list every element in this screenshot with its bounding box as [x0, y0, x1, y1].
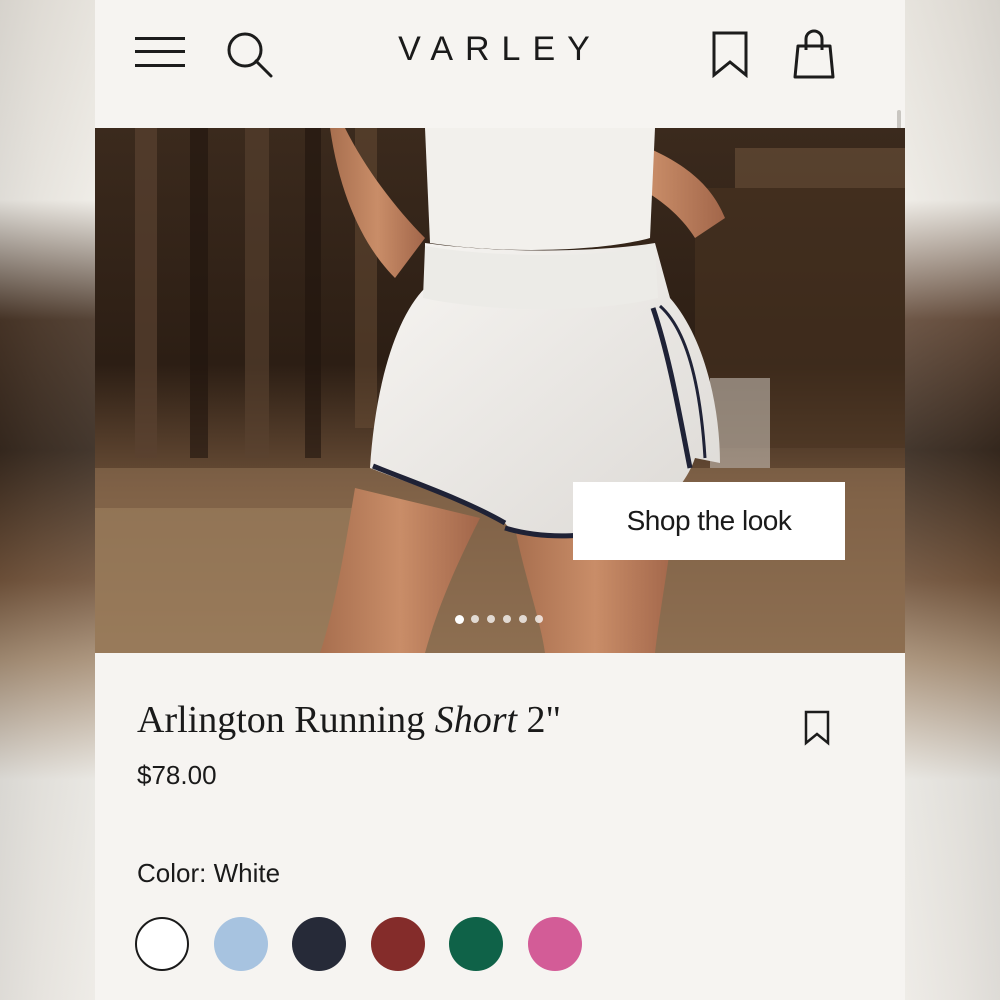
brand-logo[interactable]: VARLEY [350, 30, 650, 69]
carousel-dot[interactable] [455, 614, 464, 624]
carousel-dot[interactable] [535, 615, 543, 623]
carousel-dot[interactable] [487, 615, 495, 623]
carousel-dot[interactable] [519, 615, 527, 623]
color-label: Color: White [137, 858, 281, 888]
carousel-dot[interactable] [471, 615, 479, 623]
bookmark-icon[interactable] [710, 30, 750, 79]
shop-the-look-button[interactable]: Shop the look [573, 482, 845, 560]
product-price: $78.00 [137, 760, 217, 790]
product-title-italic: Short [434, 699, 518, 741]
product-title-regular: Arlington Running [137, 699, 435, 741]
blurred-background-right [905, 0, 1000, 1000]
color-swatch-green[interactable] [449, 917, 503, 971]
shopping-bag-icon[interactable] [793, 28, 835, 80]
search-icon[interactable] [225, 30, 275, 80]
carousel-dot[interactable] [503, 615, 511, 623]
mobile-page: VARLEY Shop the look Arlington Running S… [95, 0, 905, 1000]
product-title: Arlington Running Short 2" [137, 698, 561, 742]
blurred-background-left [0, 0, 95, 1000]
hero-image-carousel[interactable]: Shop the look [95, 128, 905, 653]
color-swatch-pink[interactable] [527, 917, 582, 971]
color-swatch-burgundy[interactable] [370, 917, 425, 971]
product-title-suffix: 2" [517, 699, 562, 741]
menu-icon[interactable] [135, 33, 185, 73]
save-product-bookmark-icon[interactable] [803, 710, 831, 746]
color-swatch-light-blue[interactable] [213, 917, 268, 971]
color-swatch-white[interactable] [135, 917, 189, 971]
site-header: VARLEY [95, 0, 905, 128]
hero-photo [95, 128, 905, 653]
color-swatch-navy[interactable] [292, 917, 346, 971]
